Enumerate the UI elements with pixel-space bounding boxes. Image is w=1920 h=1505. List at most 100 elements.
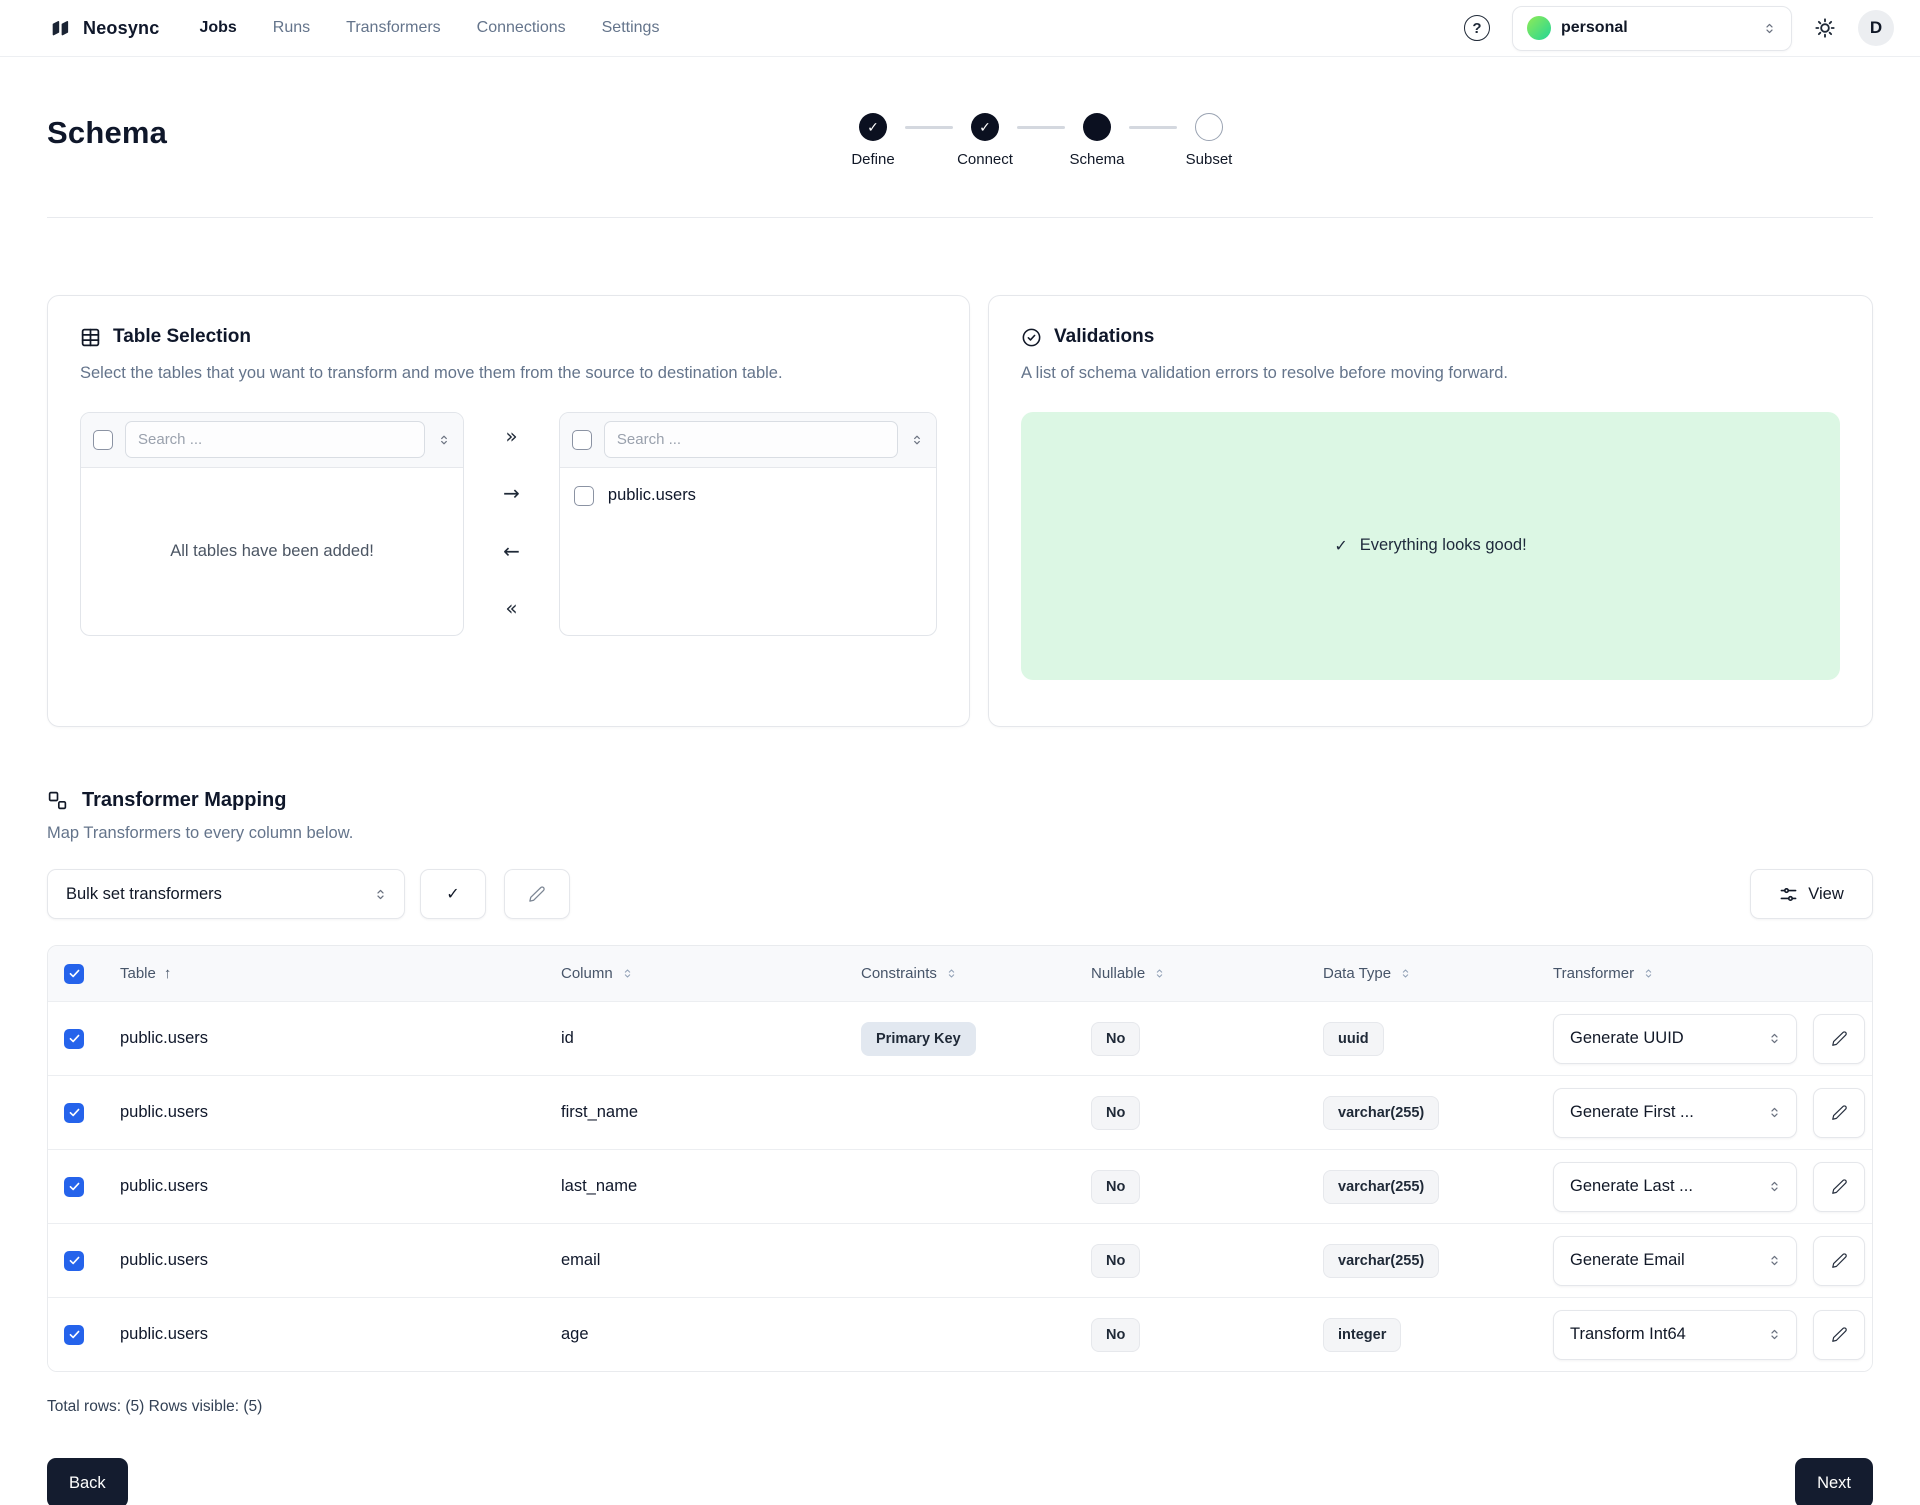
cell-table: public.users (104, 1251, 545, 1270)
column-header-nullable[interactable]: Nullable (1075, 965, 1307, 982)
column-header-table[interactable]: Table ↑ (104, 965, 545, 982)
destination-select-all-checkbox[interactable] (572, 430, 592, 450)
validations-description: A list of schema validation errors to re… (1021, 362, 1840, 386)
user-avatar[interactable]: D (1858, 10, 1894, 46)
transformer-select[interactable]: Generate First ... (1553, 1088, 1797, 1138)
source-select-all-checkbox[interactable] (93, 430, 113, 450)
table-selection-card: Table Selection Select the tables that y… (47, 295, 970, 727)
pencil-icon (1831, 1104, 1848, 1121)
row-checkbox[interactable] (64, 1177, 84, 1197)
top-navigation: Neosync Jobs Runs Transformers Connectio… (0, 0, 1920, 57)
step-connect[interactable]: ✓ Connect (953, 113, 1017, 168)
chevrons-up-down-icon (1767, 1253, 1782, 1268)
theme-toggle-sun-icon[interactable] (1814, 17, 1836, 39)
bulk-set-transformers-select[interactable]: Bulk set transformers (47, 869, 405, 919)
sort-chevrons-icon[interactable] (437, 433, 451, 447)
brand-name: Neosync (83, 18, 159, 39)
validations-title: Validations (1054, 326, 1154, 348)
pencil-icon (1831, 1178, 1848, 1195)
column-header-transformer[interactable]: Transformer (1537, 965, 1872, 982)
column-header-constraints[interactable]: Constraints (845, 965, 1075, 982)
nullable-badge: No (1091, 1022, 1140, 1056)
column-header-column[interactable]: Column (545, 965, 845, 982)
pencil-icon (1831, 1326, 1848, 1343)
table-row-summary: Total rows: (5) Rows visible: (5) (47, 1398, 1873, 1416)
row-checkbox[interactable] (64, 1103, 84, 1123)
table-checkbox[interactable] (574, 486, 594, 506)
transformer-select[interactable]: Generate UUID (1553, 1014, 1797, 1064)
cell-table: public.users (104, 1325, 545, 1344)
cell-column: age (545, 1325, 845, 1344)
table-grid-icon (80, 327, 101, 348)
back-button[interactable]: Back (47, 1458, 128, 1505)
pencil-icon (1831, 1030, 1848, 1047)
sort-chevrons-icon (945, 967, 958, 980)
brand[interactable]: Neosync (47, 15, 159, 41)
view-columns-button[interactable]: View (1750, 869, 1873, 919)
chevrons-up-down-icon (373, 887, 388, 902)
list-item[interactable]: public.users (572, 480, 924, 512)
data-type-badge: uuid (1323, 1022, 1384, 1056)
step-connector (1129, 126, 1177, 129)
row-checkbox[interactable] (64, 1251, 84, 1271)
chevrons-up-down-icon (1762, 21, 1777, 36)
select-all-rows-checkbox[interactable] (64, 964, 84, 984)
nav-links: Jobs Runs Transformers Connections Setti… (199, 19, 659, 37)
transfer-all-right-button[interactable]: » (505, 426, 517, 446)
account-label: personal (1561, 19, 1752, 37)
edit-transformer-button[interactable] (1813, 1310, 1865, 1360)
validation-success-box: ✓ Everything looks good! (1021, 412, 1840, 680)
sort-asc-icon: ↑ (164, 965, 172, 982)
step-schema[interactable]: Schema (1065, 113, 1129, 168)
help-icon[interactable]: ? (1464, 15, 1490, 41)
table-row: public.users age No integer Transform In… (48, 1297, 1872, 1371)
transfer-right-button[interactable]: → (503, 483, 520, 503)
row-checkbox[interactable] (64, 1029, 84, 1049)
apply-bulk-transformer-button[interactable]: ✓ (420, 869, 486, 919)
cell-table: public.users (104, 1029, 545, 1048)
check-icon: ✓ (1334, 536, 1347, 556)
chevrons-up-down-icon (1767, 1327, 1782, 1342)
circle-check-icon (1021, 327, 1042, 348)
nav-item-runs[interactable]: Runs (273, 19, 310, 37)
transformer-select[interactable]: Generate Last ... (1553, 1162, 1797, 1212)
transformer-mapping-description: Map Transformers to every column below. (47, 824, 1873, 843)
edit-transformer-button[interactable] (1813, 1236, 1865, 1286)
sort-chevrons-icon[interactable] (910, 433, 924, 447)
step-circle-complete: ✓ (971, 113, 999, 141)
transformer-select[interactable]: Generate Email (1553, 1236, 1797, 1286)
nav-item-settings[interactable]: Settings (602, 19, 660, 37)
nav-item-transformers[interactable]: Transformers (346, 19, 441, 37)
nav-item-jobs[interactable]: Jobs (199, 19, 236, 37)
column-header-data-type[interactable]: Data Type (1307, 965, 1537, 982)
cell-table: public.users (104, 1103, 545, 1122)
cell-column: first_name (545, 1103, 845, 1122)
pencil-icon (1831, 1252, 1848, 1269)
table-row: public.users last_name No varchar(255) G… (48, 1149, 1872, 1223)
nav-item-connections[interactable]: Connections (477, 19, 566, 37)
data-type-badge: integer (1323, 1318, 1401, 1352)
edit-bulk-transformer-button[interactable] (504, 869, 570, 919)
transformer-select[interactable]: Transform Int64 (1553, 1310, 1797, 1360)
step-define[interactable]: ✓ Define (841, 113, 905, 168)
account-switcher[interactable]: personal (1512, 6, 1792, 51)
account-avatar (1527, 16, 1551, 40)
sort-chevrons-icon (1153, 967, 1166, 980)
transfer-left-button[interactable]: ← (503, 541, 520, 561)
table-selection-title: Table Selection (113, 326, 251, 348)
table-header-row: Table ↑ Column Constraints Nullable Data… (48, 946, 1872, 1001)
step-subset[interactable]: Subset (1177, 113, 1241, 168)
nullable-badge: No (1091, 1318, 1140, 1352)
table-row: public.users first_name No varchar(255) … (48, 1075, 1872, 1149)
source-search-input[interactable] (125, 421, 425, 458)
edit-transformer-button[interactable] (1813, 1088, 1865, 1138)
source-empty-message: All tables have been added! (81, 468, 463, 635)
next-button[interactable]: Next (1795, 1458, 1873, 1505)
row-checkbox[interactable] (64, 1325, 84, 1345)
destination-search-input[interactable] (604, 421, 898, 458)
check-icon: ✓ (867, 119, 879, 136)
edit-transformer-button[interactable] (1813, 1162, 1865, 1212)
step-connector (1017, 126, 1065, 129)
edit-transformer-button[interactable] (1813, 1014, 1865, 1064)
transfer-all-left-button[interactable]: « (505, 598, 517, 618)
